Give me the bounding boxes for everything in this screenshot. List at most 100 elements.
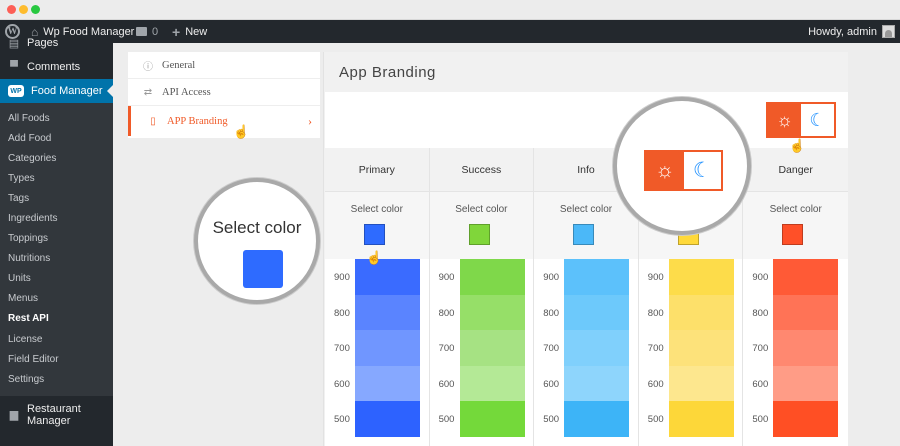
swap-icon: ⇄ — [143, 86, 153, 98]
shade-row: 500 — [534, 401, 638, 437]
select-color-label: Select color — [455, 204, 508, 215]
shade-row: 600 — [325, 365, 429, 401]
shade-bar — [355, 365, 420, 401]
shade-bar — [668, 294, 734, 330]
comments-count: 0 — [152, 25, 159, 38]
theme-toggle-magnifier: ☼ ☾ — [613, 97, 751, 235]
minimize-window-button[interactable] — [19, 5, 28, 14]
shade-row: 900 — [534, 259, 638, 295]
moon-icon: ☾ — [692, 159, 712, 182]
sun-icon: ☼ — [646, 152, 684, 189]
sidebar-item-label: Restaurant Manager — [27, 403, 81, 427]
submenu-item-types[interactable]: Types — [0, 168, 113, 188]
shade-number: 900 — [543, 272, 560, 283]
shade-number: 500 — [438, 414, 455, 425]
shade-row: 900 — [639, 259, 743, 295]
shade-number: 800 — [752, 307, 769, 319]
shade-number: 600 — [752, 378, 769, 390]
shade-number: 800 — [647, 307, 664, 319]
chevron-right-icon: › — [308, 113, 312, 128]
tab-label: API Access — [162, 86, 211, 98]
shade-row: 700 — [534, 330, 638, 366]
window-titlebar — [0, 0, 900, 20]
food-manager-submenu: All Foods Add Food Categories Types Tags… — [0, 103, 113, 396]
color-swatch-button[interactable] — [782, 224, 804, 245]
restaurant-label-line-1: Restaurant — [27, 403, 81, 415]
submenu-item-license[interactable]: License — [0, 329, 113, 349]
shade-row: 700 — [325, 330, 429, 366]
sun-icon[interactable]: ☼ — [768, 104, 801, 136]
shade-bar — [773, 401, 839, 437]
comments-link[interactable]: 0 — [136, 20, 158, 43]
color-swatch-button[interactable] — [468, 224, 490, 245]
shade-bar — [355, 401, 420, 437]
shade-number: 700 — [334, 343, 350, 354]
shade-row: 600 — [743, 365, 848, 401]
select-color-label: Select color — [350, 204, 403, 215]
maximize-window-button[interactable] — [31, 5, 40, 14]
shade-number: 600 — [438, 378, 455, 390]
new-content-link[interactable]: + New — [172, 20, 207, 43]
column-header: Success — [429, 148, 534, 192]
shade-number: 900 — [647, 272, 664, 283]
shade-row: 800 — [430, 294, 534, 330]
shade-bar — [564, 365, 630, 401]
tab-general[interactable]: ⓘ General — [128, 52, 320, 79]
sidebar-item-restaurant-manager[interactable]: ▆ Restaurant Manager — [0, 398, 113, 432]
submenu-item-tags[interactable]: Tags — [0, 188, 113, 208]
shade-bar — [459, 294, 525, 330]
shade-number: 900 — [334, 272, 350, 283]
food-manager-icon: WP — [8, 85, 24, 97]
shade-row: 600 — [430, 365, 534, 401]
shade-number: 500 — [647, 414, 664, 425]
submenu-item-units[interactable]: Units — [0, 269, 113, 289]
submenu-item-ingredients[interactable]: Ingredients — [0, 208, 113, 228]
tab-api-access[interactable]: ⇄ API Access — [128, 79, 320, 106]
account-menu[interactable]: Howdy, admin — [808, 20, 895, 43]
submenu-item-settings[interactable]: Settings — [0, 369, 113, 389]
sidebar-item-pages[interactable]: ▤ Pages — [0, 35, 113, 51]
shade-number: 900 — [438, 272, 455, 283]
submenu-item-categories[interactable]: Categories — [0, 148, 113, 168]
close-window-button[interactable] — [7, 5, 16, 14]
shade-list: 900 800 700 600 500 — [430, 259, 534, 437]
submenu-item-menus[interactable]: Menus — [0, 289, 113, 309]
column-header: Danger — [743, 148, 848, 192]
submenu-item-toppings[interactable]: Toppings — [0, 229, 113, 249]
shade-row: 600 — [534, 365, 638, 401]
shade-number: 500 — [752, 414, 769, 425]
column-header: Primary — [325, 148, 429, 192]
color-swatch-button[interactable] — [573, 224, 595, 245]
theme-toggle[interactable]: ☼ ☾ — [766, 102, 836, 138]
submenu-item-rest-api[interactable]: Rest API — [0, 309, 113, 329]
shade-row: 900 — [743, 259, 848, 295]
page-title: App Branding — [339, 64, 436, 81]
admin-sidebar: ▤ Pages ▀ Comments WP Food Manager All F… — [0, 37, 113, 446]
settings-nav: ⓘ General ⇄ API Access ▯ APP Branding › — [128, 52, 320, 138]
sidebar-item-food-manager[interactable]: WP Food Manager — [0, 79, 113, 103]
shade-list: 900 800 700 600 500 — [743, 259, 848, 437]
shade-number: 500 — [334, 414, 350, 425]
hand-cursor-icon: ☝ — [789, 138, 806, 153]
submenu-item-add-food[interactable]: Add Food — [0, 128, 113, 148]
shade-number: 600 — [543, 378, 560, 390]
shade-bar — [459, 365, 525, 401]
submenu-item-field-editor[interactable]: Field Editor — [0, 349, 113, 369]
color-swatch-button[interactable] — [364, 224, 385, 245]
tab-label: General — [162, 59, 196, 71]
app-branding-panel: App Branding ☼ ☾ Primary Select color 900 8… — [323, 52, 848, 446]
sidebar-item-comments[interactable]: ▀ Comments — [0, 55, 113, 79]
select-color-label: Select color — [769, 204, 822, 215]
shade-number: 900 — [752, 272, 769, 283]
hand-cursor-icon: ☝ — [366, 250, 383, 265]
submenu-item-nutritions[interactable]: Nutritions — [0, 249, 113, 269]
shade-row: 900 — [430, 259, 534, 295]
submenu-item-all-foods[interactable]: All Foods — [0, 108, 113, 128]
moon-icon[interactable]: ☾ — [801, 104, 834, 136]
restaurant-label-line-2: Manager — [27, 415, 71, 427]
mobile-icon: ▯ — [150, 115, 156, 127]
shade-row: 800 — [639, 294, 743, 330]
tab-app-branding[interactable]: ▯ APP Branding › — [128, 106, 320, 136]
shade-row: 700 — [743, 330, 848, 366]
shade-bar — [564, 401, 630, 437]
